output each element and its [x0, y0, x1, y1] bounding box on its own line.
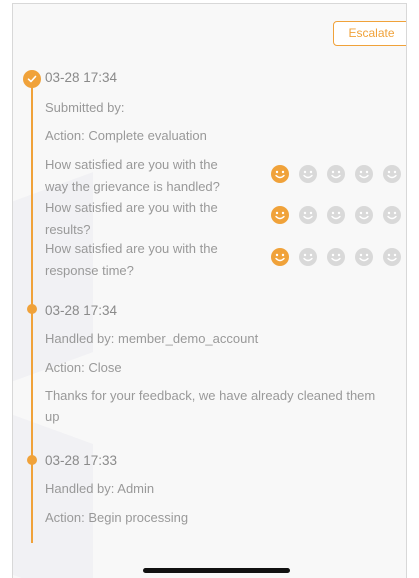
escalate-button[interactable]: Escalate: [333, 21, 406, 46]
rating-question-handling: How satisfied are you with the way the g…: [45, 154, 245, 198]
rating-faces-handling: [270, 164, 402, 184]
smiley-face-selected-icon: [270, 164, 290, 184]
smiley-face-icon: [382, 205, 402, 225]
question-line: How satisfied are you with the: [45, 241, 218, 256]
timeline-dot: [27, 455, 37, 465]
entry-timestamp: 03-28 17:34: [45, 303, 118, 318]
smiley-face-icon: [354, 247, 374, 267]
home-indicator: [143, 568, 290, 573]
question-line: How satisfied are you with the: [45, 157, 218, 172]
rating-faces-results: [270, 205, 402, 225]
question-line: response time?: [45, 263, 134, 278]
smiley-face-icon: [354, 205, 374, 225]
question-line: How satisfied are you with the: [45, 200, 218, 215]
entry-handled-by: Handled by: Admin: [45, 481, 155, 496]
entry-timestamp: 03-28 17:34: [45, 70, 118, 85]
smiley-face-selected-icon: [270, 247, 290, 267]
smiley-face-icon: [326, 205, 346, 225]
smiley-face-selected-icon: [270, 205, 290, 225]
rating-faces-response-time: [270, 247, 402, 267]
message-line: up: [45, 409, 60, 424]
entry-action: Action: Complete evaluation: [45, 128, 207, 143]
entry-message: Thanks for your feedback, we have alread…: [45, 388, 375, 424]
entry-timestamp: 03-28 17:33: [45, 453, 118, 468]
entry-action: Action: Begin processing: [45, 510, 189, 525]
rating-question-response-time: How satisfied are you with the response …: [45, 238, 245, 282]
message-line: Thanks for your feedback, we have alread…: [45, 388, 376, 403]
smiley-face-icon: [326, 247, 346, 267]
rating-question-results: How satisfied are you with the results?: [45, 197, 245, 241]
smiley-face-icon: [382, 247, 402, 267]
entry-handled-by: Handled by: member_demo_account: [45, 331, 259, 346]
smiley-face-icon: [298, 205, 318, 225]
smiley-face-icon: [354, 164, 374, 184]
smiley-face-icon: [382, 164, 402, 184]
grievance-timeline-screen: Escalate 03-28 17:34 Submitted by: Actio…: [12, 3, 407, 578]
entry-submitted-by: Submitted by:: [45, 100, 125, 115]
smiley-face-icon: [326, 164, 346, 184]
entry-action: Action: Close: [45, 360, 122, 375]
check-icon: [23, 70, 41, 88]
smiley-face-icon: [298, 247, 318, 267]
timeline-dot: [27, 304, 37, 314]
smiley-face-icon: [298, 164, 318, 184]
question-line: way the grievance is handled?: [45, 179, 220, 194]
